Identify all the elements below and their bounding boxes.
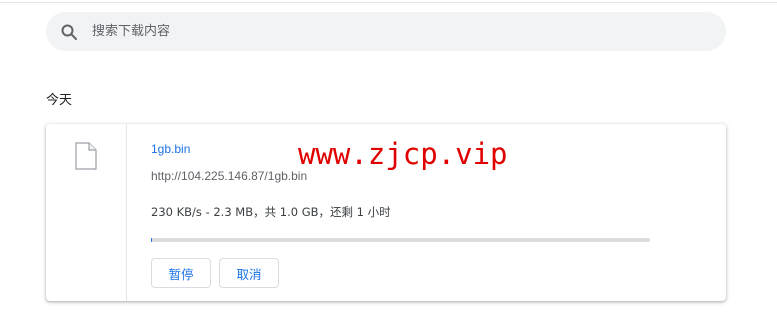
file-name-link[interactable]: 1gb.bin [151, 142, 190, 156]
file-url-link[interactable]: http://104.225.146.87/1gb.bin [151, 169, 307, 183]
watermark-text: www.zjcp.vip [298, 137, 508, 171]
top-divider [0, 2, 777, 3]
search-input[interactable] [92, 12, 692, 51]
download-progress-fill [151, 238, 153, 242]
date-section-title: 今天 [46, 93, 73, 108]
pause-button[interactable]: 暂停 [151, 258, 211, 288]
download-status-text: 230 KB/s - 2.3 MB，共 1.0 GB，还剩 1 小时 [151, 205, 391, 219]
search-icon [60, 23, 78, 41]
cancel-button[interactable]: 取消 [219, 258, 279, 288]
card-divider [126, 124, 127, 301]
file-icon [75, 142, 97, 170]
search-bar[interactable] [46, 12, 726, 51]
download-progress-bar [151, 238, 650, 242]
